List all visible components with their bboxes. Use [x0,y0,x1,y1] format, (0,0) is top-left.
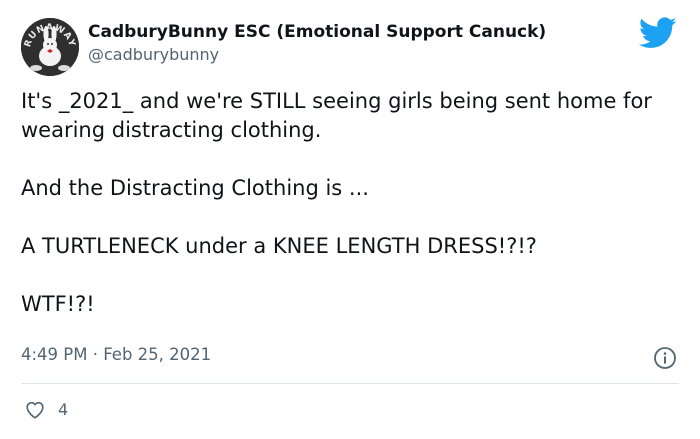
tweet-timestamp[interactable]: 4:49 PM · Feb 25, 2021 [21,344,211,366]
display-name[interactable]: CadburyBunny ESC (Emotional Support Canu… [88,22,546,42]
twitter-bird-icon[interactable] [639,17,677,49]
user-handle[interactable]: @cadburybunny [88,45,219,65]
divider [21,383,679,384]
avatar-image: RUNAWAY [21,18,79,76]
like-count: 4 [58,400,69,419]
tweet-text: It's _2021_ and we're STILL seeing girls… [21,87,671,319]
tweet-paragraph: WTF!?! [21,292,95,316]
like-button[interactable]: 4 [24,399,68,421]
tweet-card: RUNAWAY CadburyBunny ESC (Emotional Supp… [0,0,700,439]
tweet-paragraph: A TURTLENECK under a KNEE LENGTH DRESS!?… [21,234,537,258]
tweet-paragraph: And the Distracting Clothing is ... [21,176,369,200]
avatar[interactable]: RUNAWAY [21,18,79,76]
heart-icon[interactable] [24,399,46,421]
info-icon[interactable] [653,346,677,370]
tweet-actions: 4 [24,398,68,422]
tweet-paragraph: It's _2021_ and we're STILL seeing girls… [21,89,659,142]
